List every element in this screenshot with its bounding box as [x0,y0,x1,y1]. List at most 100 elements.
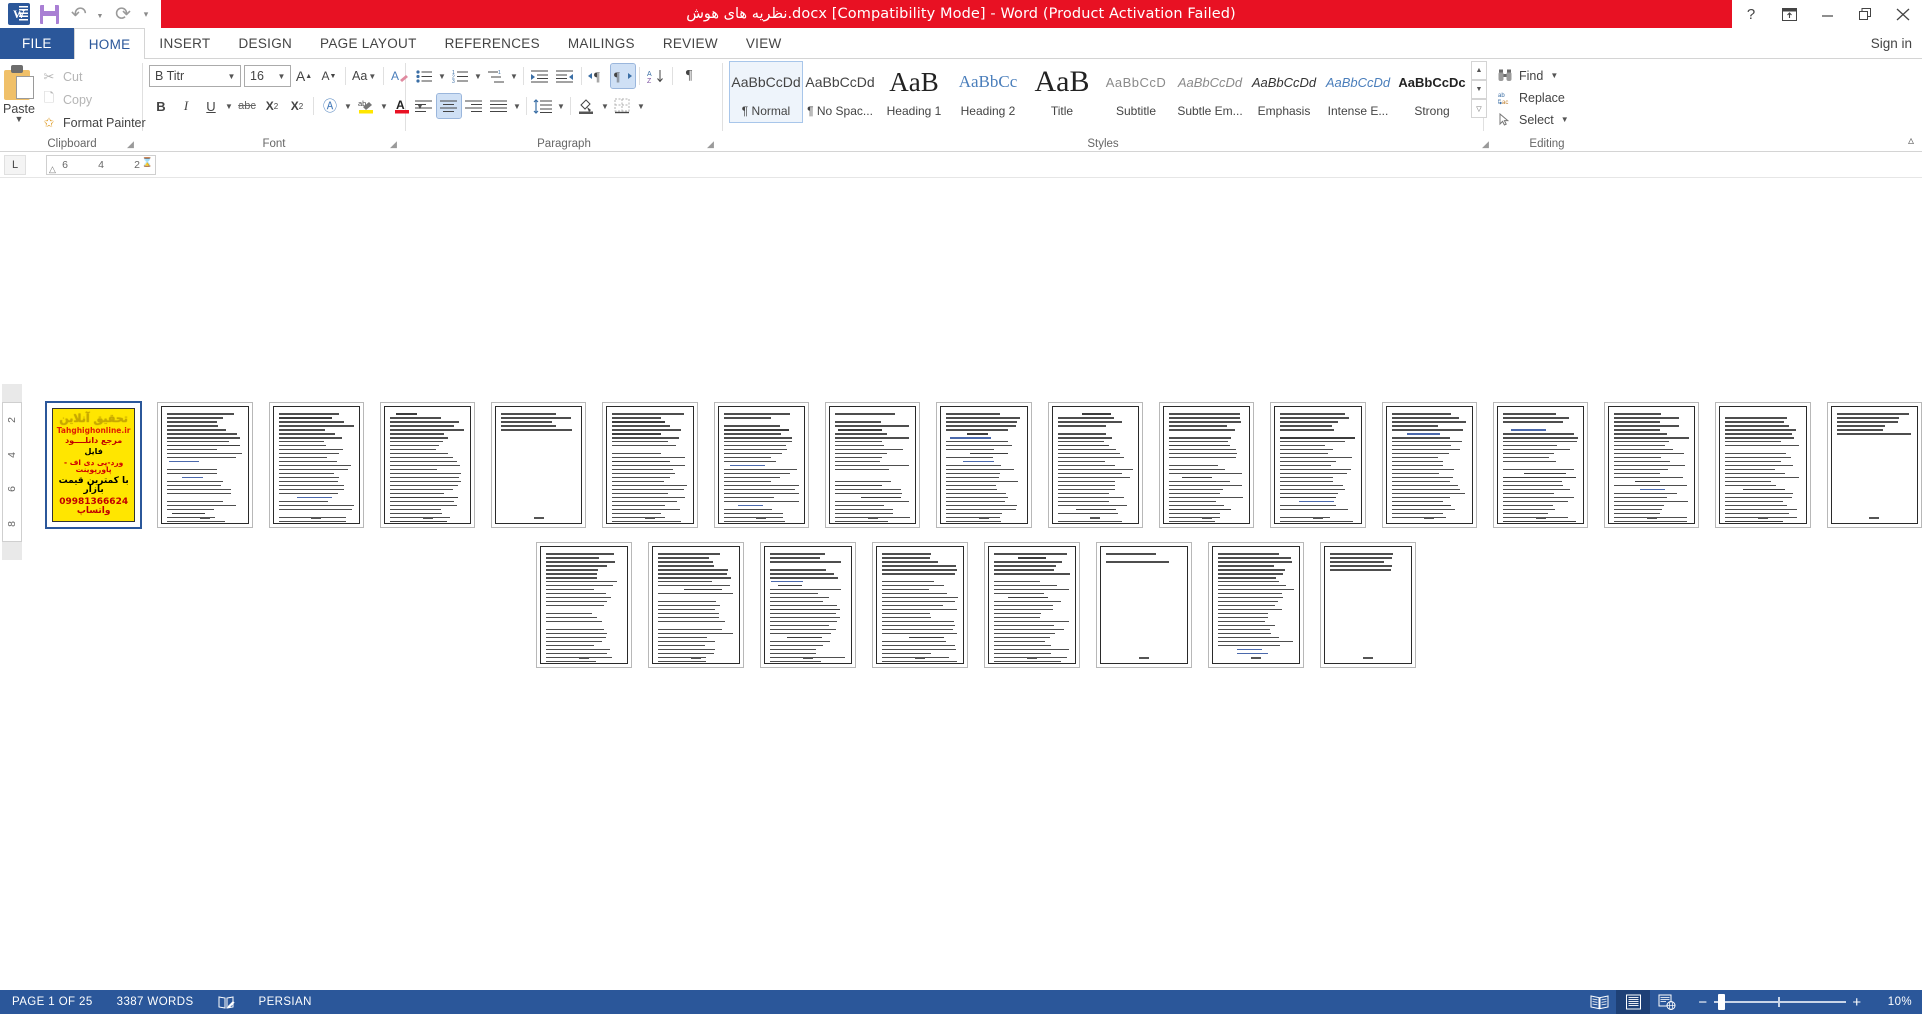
line-spacing-dropdown-icon[interactable]: ▼ [556,102,566,111]
shading-dropdown-icon[interactable]: ▼ [600,102,610,111]
subscript-button[interactable]: X2 [260,94,284,118]
format-painter-button[interactable]: ✩ Format Painter [36,112,151,133]
text-effects-dropdown-icon[interactable]: ▼ [343,102,353,111]
page-thumbnail[interactable] [936,402,1032,528]
word-count[interactable]: 3387 WORDS [105,990,206,1014]
page-thumbnail[interactable] [1826,402,1922,528]
language-indicator[interactable]: PERSIAN [247,990,324,1014]
style-heading-1[interactable]: AaB Heading 1 [877,61,951,123]
replace-button[interactable]: ab ac Replace [1492,87,1570,108]
minimize-icon[interactable] [1808,0,1846,28]
justify-button[interactable] [487,94,511,118]
style-title[interactable]: AaB Title [1025,61,1099,123]
restore-icon[interactable] [1846,0,1884,28]
vertical-ruler[interactable]: 2 4 6 8 [2,402,22,542]
font-dialog-launcher[interactable]: ◢ [390,139,401,150]
page-thumbnail[interactable] [1208,542,1304,668]
select-dropdown-icon[interactable]: ▼ [1560,115,1570,124]
tab-insert[interactable]: INSERT [145,28,224,59]
ribbon-display-options-icon[interactable] [1770,0,1808,28]
undo-icon[interactable]: ↶ [64,1,94,27]
redo-icon[interactable]: ⟳ [108,1,138,27]
collapse-ribbon-button[interactable]: ▵ [1908,133,1914,147]
page-thumbnail[interactable] [1492,402,1589,528]
page-indicator[interactable]: PAGE 1 OF 25 [0,990,105,1014]
style-emphasis[interactable]: AaBbCcDd Emphasis [1247,61,1321,123]
font-name-input[interactable]: B Titr ▼ [149,65,241,87]
copy-button[interactable]: 🗋 Copy [36,89,151,110]
style-subtitle[interactable]: AaBbCcD Subtitle [1099,61,1173,123]
center-button[interactable] [436,93,462,119]
tab-mailings[interactable]: MAILINGS [554,28,649,59]
underline-button[interactable]: U [199,94,223,118]
web-layout-button[interactable] [1650,990,1684,1014]
zoom-out-button[interactable]: − [1692,994,1714,1011]
multilevel-list-button[interactable]: 1 [484,64,508,88]
bold-button[interactable]: B [149,94,173,118]
page-thumbnail[interactable] [1047,402,1143,528]
tab-references[interactable]: REFERENCES [431,28,554,59]
style-heading-2[interactable]: AaBbCc Heading 2 [951,61,1025,123]
print-layout-button[interactable] [1616,990,1650,1014]
zoom-slider[interactable] [1714,990,1846,1014]
tab-file[interactable]: FILE [0,28,74,59]
zoom-slider-thumb[interactable] [1718,994,1725,1010]
bullets-dropdown-icon[interactable]: ▼ [437,72,447,81]
page-thumbnail[interactable] [1096,542,1192,668]
zoom-in-button[interactable]: + [1846,994,1868,1011]
paste-dropdown-icon[interactable]: ▼ [15,115,24,124]
paste-button[interactable]: Paste ▼ [2,63,36,124]
page-thumbnail[interactable] [1270,402,1366,528]
page-thumbnail[interactable] [872,542,968,668]
increase-indent-button[interactable] [553,64,577,88]
page-thumbnail[interactable] [379,402,476,528]
style-strong[interactable]: AaBbCcDc Strong [1395,61,1469,123]
tab-design[interactable]: DESIGN [224,28,306,59]
style-intense-emphasis[interactable]: AaBbCcDd Intense E... [1321,61,1395,123]
justify-dropdown-icon[interactable]: ▼ [512,102,522,111]
underline-dropdown-icon[interactable]: ▼ [224,102,234,111]
find-button[interactable]: Find ▼ [1492,65,1564,86]
page-thumbnail[interactable] [760,542,856,668]
paragraph-dialog-launcher[interactable]: ◢ [707,139,718,150]
page-thumbnail[interactable] [1715,402,1811,528]
tab-home[interactable]: HOME [73,28,146,59]
page-thumbnail[interactable] [268,402,364,528]
style-normal[interactable]: AaBbCcDd ¶ Normal [729,61,803,123]
numbering-dropdown-icon[interactable]: ▼ [473,72,483,81]
numbering-button[interactable]: 123 [448,64,472,88]
borders-button[interactable] [611,94,635,118]
line-spacing-button[interactable] [531,94,555,118]
page-thumbnail[interactable] [648,542,744,668]
page-thumbnail[interactable] [1604,402,1700,528]
decrease-indent-button[interactable] [528,64,552,88]
page-thumbnail[interactable] [825,402,921,528]
cut-button[interactable]: ✂ Cut [36,66,151,87]
align-right-button[interactable] [462,94,486,118]
zoom-level[interactable]: 10% [1868,996,1912,1008]
page-thumbnail[interactable] [1320,542,1416,668]
text-highlight-color-button[interactable]: ab [354,94,378,118]
customize-qat-icon[interactable]: ▾ [138,1,154,27]
undo-dropdown-icon[interactable]: ▼ [94,1,108,27]
bullets-button[interactable] [412,64,436,88]
ltr-text-direction-button[interactable]: ¶ [586,64,610,88]
read-mode-button[interactable] [1582,990,1616,1014]
superscript-button[interactable]: X2 [285,94,309,118]
sort-button[interactable]: AZ [644,64,668,88]
left-indent-marker-icon[interactable]: △ [49,164,56,175]
close-icon[interactable] [1884,0,1922,28]
shading-button[interactable] [575,94,599,118]
style-subtle-emphasis[interactable]: AaBbCcDd Subtle Em... [1173,61,1247,123]
page-thumbnail[interactable] [713,402,810,528]
clipboard-dialog-launcher[interactable]: ◢ [127,139,138,150]
select-button[interactable]: Select ▼ [1492,109,1575,130]
style-no-spacing[interactable]: AaBbCcDd ¶ No Spac... [803,61,877,123]
horizontal-ruler[interactable]: 6 4 2 △ ⌛ [46,154,156,175]
shrink-font-button[interactable]: A ▼ [317,64,341,88]
page-thumbnail[interactable] [1158,402,1255,528]
find-dropdown-icon[interactable]: ▼ [1549,71,1559,80]
grow-font-button[interactable]: A ▲ [292,64,316,88]
font-size-input[interactable]: 16 ▼ [244,65,291,87]
page-thumbnail[interactable] [1381,402,1477,528]
